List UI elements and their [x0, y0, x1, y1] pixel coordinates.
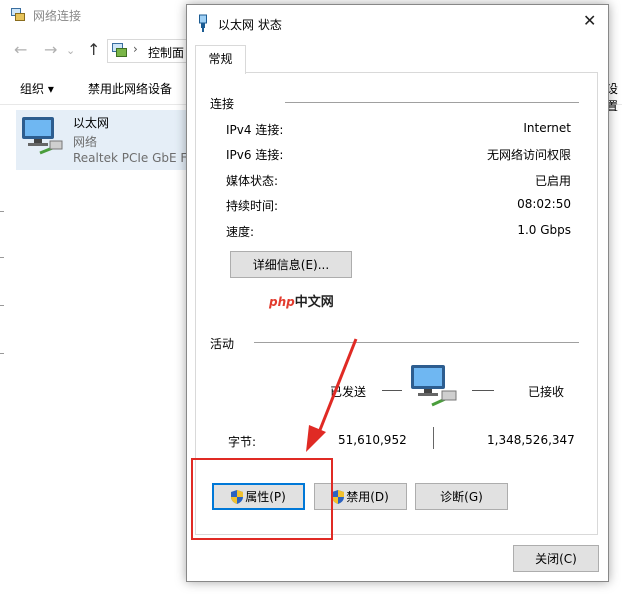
received-label: 已接收: [528, 385, 565, 399]
ethernet-connection-item[interactable]: 以太网 网络 Realtek PCIe GbE Fa: [16, 110, 194, 170]
ipv6-label: IPv6 连接:: [226, 148, 284, 162]
close-icon[interactable]: ✕: [583, 11, 596, 30]
annotation-highlight-box: [191, 458, 333, 540]
received-dash: [472, 390, 494, 391]
forward-arrow-icon[interactable]: →: [44, 40, 57, 59]
ethernet-cable-icon: [199, 14, 207, 32]
speed-label: 速度:: [226, 225, 255, 239]
activity-group-divider: [254, 342, 579, 343]
bytes-label: 字节:: [228, 435, 257, 449]
connection-adapter: Realtek PCIe GbE Fa: [73, 151, 194, 165]
watermark-logo: php中文网: [269, 295, 334, 310]
ipv4-value: Internet: [523, 121, 571, 135]
back-arrow-icon[interactable]: ←: [14, 40, 27, 59]
ethernet-adapter-icon: [22, 117, 63, 155]
speed-value: 1.0 Gbps: [517, 223, 571, 237]
explorer-title: 网络连接: [33, 9, 82, 23]
edge-tick: [0, 257, 4, 258]
bytes-sent-value: 51,610,952: [338, 433, 407, 447]
up-arrow-icon[interactable]: ↑: [87, 40, 100, 59]
network-activity-icon: [411, 365, 457, 407]
control-panel-icon: [112, 43, 127, 57]
disable-device-button[interactable]: 禁用此网络设备: [88, 80, 172, 97]
recent-dropdown-icon[interactable]: ⌄: [66, 44, 75, 57]
uac-shield-icon: [332, 490, 345, 504]
tab-general[interactable]: 常规: [195, 45, 246, 74]
dialog-title: 以太网 状态: [218, 18, 282, 32]
connection-status: 网络: [73, 135, 98, 149]
edge-tick: [0, 353, 4, 354]
connection-group-label: 连接: [210, 97, 235, 111]
activity-group-label: 活动: [210, 337, 235, 351]
breadcrumb-control-panel[interactable]: 控制面: [148, 44, 184, 61]
breadcrumb-chevron-icon: ›: [133, 42, 138, 56]
details-button[interactable]: 详细信息(E)...: [230, 251, 352, 278]
media-state-value: 已启用: [534, 174, 571, 188]
bytes-received-value: 1,348,526,347: [487, 433, 575, 447]
sent-label: 已发送: [330, 385, 367, 399]
diagnose-button[interactable]: 诊断(G): [415, 483, 508, 510]
duration-label: 持续时间:: [226, 199, 279, 213]
network-connections-icon: [11, 8, 25, 21]
address-bar[interactable]: › 控制面: [107, 39, 198, 63]
ipv4-label: IPv4 连接:: [226, 123, 284, 137]
edge-tick: [0, 211, 4, 212]
edge-tick: [0, 305, 4, 306]
duration-value: 08:02:50: [517, 197, 571, 211]
close-button[interactable]: 关闭(C): [513, 545, 599, 572]
media-state-label: 媒体状态:: [226, 174, 279, 188]
disable-label: 禁用(D): [346, 490, 389, 504]
sent-dash: [382, 390, 402, 391]
ipv6-value: 无网络访问权限: [486, 148, 571, 162]
connection-name: 以太网: [73, 116, 110, 130]
connection-group-divider: [285, 102, 579, 103]
bytes-divider: [433, 427, 434, 449]
organize-menu[interactable]: 组织 ▾: [20, 80, 54, 97]
